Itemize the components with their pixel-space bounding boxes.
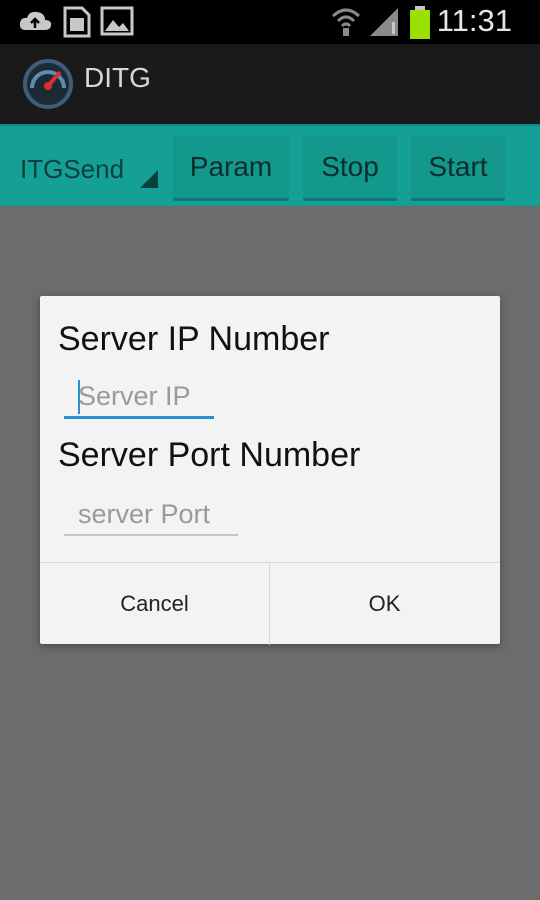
status-bar: 11:31 xyxy=(0,0,540,44)
clock-time: 11:31 xyxy=(436,3,512,38)
spinner-dropdown-icon xyxy=(140,170,158,188)
app-title: DITG xyxy=(84,62,151,93)
server-port-label: Server Port Number xyxy=(58,436,361,474)
server-port-input[interactable]: server Port xyxy=(64,494,238,536)
mode-spinner-value: ITGSend xyxy=(20,154,125,184)
server-ip-label: Server IP Number xyxy=(58,320,330,358)
ok-button[interactable]: OK xyxy=(270,563,499,645)
action-bar: DITG xyxy=(0,44,540,124)
control-toolbar: ITGSend Param Stop Start xyxy=(0,124,540,206)
stop-button[interactable]: Stop xyxy=(303,136,397,201)
start-button[interactable]: Start xyxy=(411,136,505,201)
battery-icon xyxy=(410,6,430,39)
text-caret xyxy=(78,380,80,414)
sim-card-icon xyxy=(63,6,91,38)
cloud-upload-icon xyxy=(19,11,52,30)
signal-icon xyxy=(370,8,398,36)
server-ip-input[interactable]: Server IP xyxy=(64,376,214,419)
server-settings-dialog: Server IP Number Server IP Server Port N… xyxy=(40,296,500,645)
server-ip-placeholder: Server IP xyxy=(78,381,191,411)
app-logo-speedometer-icon[interactable] xyxy=(22,58,74,110)
server-port-placeholder: server Port xyxy=(78,499,211,529)
param-button[interactable]: Param xyxy=(173,136,289,201)
wifi-icon xyxy=(331,8,361,36)
mode-spinner[interactable]: ITGSend xyxy=(20,154,160,194)
image-icon xyxy=(100,6,134,36)
cancel-button[interactable]: Cancel xyxy=(40,563,269,645)
dialog-button-bar: Cancel OK xyxy=(40,562,500,645)
